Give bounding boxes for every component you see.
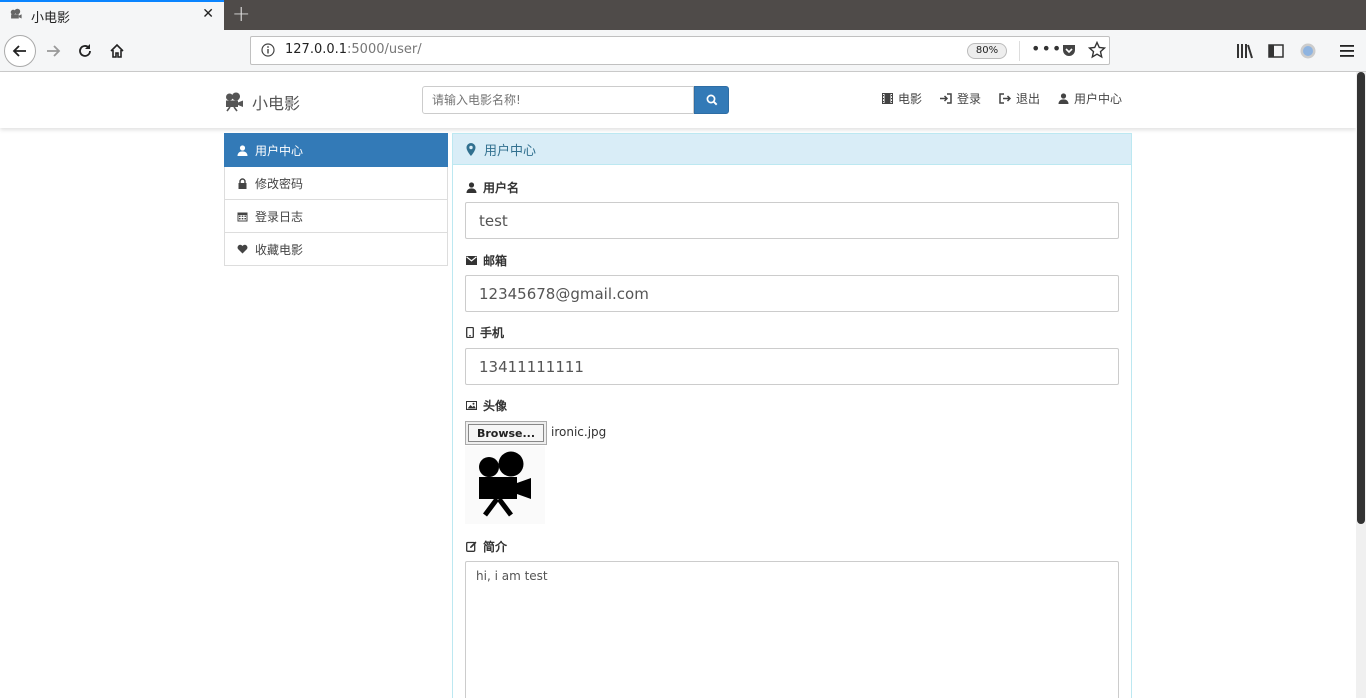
- phone-label: 手机: [466, 324, 504, 341]
- sidebar-item-label: 收藏电影: [255, 242, 304, 257]
- map-marker-icon: [466, 142, 476, 156]
- back-button[interactable]: [4, 35, 36, 67]
- nav-item-user-center[interactable]: 用户中心: [1058, 90, 1122, 107]
- intro-label: 简介: [466, 538, 507, 555]
- label-text: 头像: [483, 399, 508, 413]
- pocket-icon[interactable]: [1061, 42, 1077, 58]
- tab-title: 小电影: [31, 11, 71, 26]
- phone-field[interactable]: 13411111111: [465, 348, 1119, 385]
- intro-textarea[interactable]: hi, i am test: [465, 561, 1119, 698]
- url-path: :5000/user/: [347, 42, 422, 57]
- brand-name: 小电影: [252, 94, 301, 113]
- video-camera-icon: [479, 451, 531, 517]
- library-icon[interactable]: [1236, 40, 1254, 62]
- label-text: 邮箱: [483, 254, 508, 268]
- tab-close-icon[interactable]: ✕: [202, 6, 214, 22]
- more-actions-icon[interactable]: •••: [1031, 39, 1062, 58]
- film-icon: [882, 93, 893, 104]
- search-icon: [706, 94, 717, 106]
- info-icon[interactable]: [261, 43, 275, 57]
- login-icon: [940, 93, 952, 104]
- page-scrollbar[interactable]: [1356, 72, 1366, 698]
- home-button[interactable]: [102, 36, 132, 66]
- new-tab-button[interactable]: +: [232, 2, 250, 27]
- sidebar: 用户中心 修改密码 登录日志 收藏电影: [224, 133, 448, 266]
- nav-label: 用户中心: [1074, 92, 1123, 106]
- video-camera-icon: [226, 92, 243, 112]
- avatar: [465, 446, 545, 524]
- nav-label: 电影: [898, 92, 923, 106]
- brand[interactable]: 小电影: [224, 90, 300, 114]
- user-icon: [237, 144, 248, 156]
- nav-label: 登录: [957, 92, 982, 106]
- sidebar-item-user-center[interactable]: 用户中心: [224, 133, 448, 167]
- edit-icon: [466, 541, 477, 552]
- reload-button[interactable]: [70, 36, 100, 66]
- picture-icon: [466, 401, 477, 410]
- site-nav: 电影 登录 退出 用户中心: [882, 90, 1140, 107]
- search-button[interactable]: [694, 86, 729, 114]
- nav-label: 退出: [1016, 92, 1041, 106]
- sidebar-item-label: 修改密码: [255, 176, 304, 191]
- scrollbar-thumb[interactable]: [1357, 72, 1365, 524]
- user-icon: [466, 182, 477, 193]
- browser-toolbar: 127.0.0.1:5000/user/ 80% •••: [0, 30, 1366, 72]
- url-host: 127.0.0.1: [285, 42, 348, 57]
- browse-button[interactable]: Browse...: [465, 421, 547, 445]
- home-icon: [110, 43, 124, 58]
- arrow-left-icon: [12, 45, 26, 57]
- calendar-icon: [237, 212, 248, 221]
- sidebar-item-login-log[interactable]: 登录日志: [224, 200, 448, 233]
- label-text: 手机: [480, 326, 505, 340]
- heart-icon: [237, 244, 248, 254]
- file-name: ironic.jpg: [551, 425, 607, 439]
- panel-heading: 用户中心: [453, 134, 1131, 165]
- site-header: 小电影 电影 登录 退出 用户中心: [0, 72, 1356, 128]
- panel-title: 用户中心: [484, 143, 537, 159]
- browser-tab-strip: 小电影 ✕ +: [0, 0, 1366, 30]
- search-input[interactable]: [422, 86, 694, 114]
- url-bar[interactable]: 127.0.0.1:5000/user/ 80% •••: [250, 36, 1110, 65]
- avatar-label: 头像: [466, 397, 507, 414]
- label-text: 用户名: [483, 181, 520, 195]
- sidebar-item-change-password[interactable]: 修改密码: [224, 167, 448, 200]
- logout-icon: [999, 93, 1012, 104]
- email-label: 邮箱: [466, 252, 507, 269]
- phone-icon: [466, 327, 474, 338]
- nav-item-logout[interactable]: 退出: [999, 90, 1040, 107]
- url-separator: [1019, 41, 1020, 61]
- reload-icon: [79, 44, 91, 57]
- browse-button-label: Browse...: [468, 424, 544, 442]
- sidebar-item-label: 用户中心: [255, 143, 304, 158]
- sidebar-item-favorite-movies[interactable]: 收藏电影: [224, 233, 448, 266]
- zoom-badge[interactable]: 80%: [967, 43, 1007, 59]
- arrow-right-icon: [47, 45, 61, 57]
- lock-icon: [238, 177, 247, 189]
- hamburger-menu-icon[interactable]: [1338, 40, 1356, 62]
- email-field[interactable]: 12345678@gmail.com: [465, 275, 1119, 312]
- browser-tab[interactable]: 小电影 ✕: [0, 0, 224, 30]
- sidebar-item-label: 登录日志: [255, 209, 304, 224]
- account-avatar-icon[interactable]: [1299, 40, 1317, 62]
- username-label: 用户名: [466, 179, 519, 196]
- sidebar-toggle-icon[interactable]: [1267, 40, 1285, 62]
- username-field[interactable]: test: [465, 202, 1119, 239]
- forward-button[interactable]: [38, 36, 68, 66]
- envelope-icon: [466, 256, 477, 265]
- user-icon: [1058, 93, 1069, 104]
- user-center-panel: 用户中心 用户名 test 邮箱 12345678@gmail.com 手机 1…: [452, 133, 1132, 698]
- nav-item-login[interactable]: 登录: [940, 90, 981, 107]
- label-text: 简介: [483, 540, 508, 554]
- bookmark-star-icon[interactable]: [1088, 41, 1106, 59]
- url-text: 127.0.0.1:5000/user/: [285, 42, 422, 57]
- video-camera-icon: [10, 8, 22, 19]
- nav-item-movies[interactable]: 电影: [882, 90, 922, 107]
